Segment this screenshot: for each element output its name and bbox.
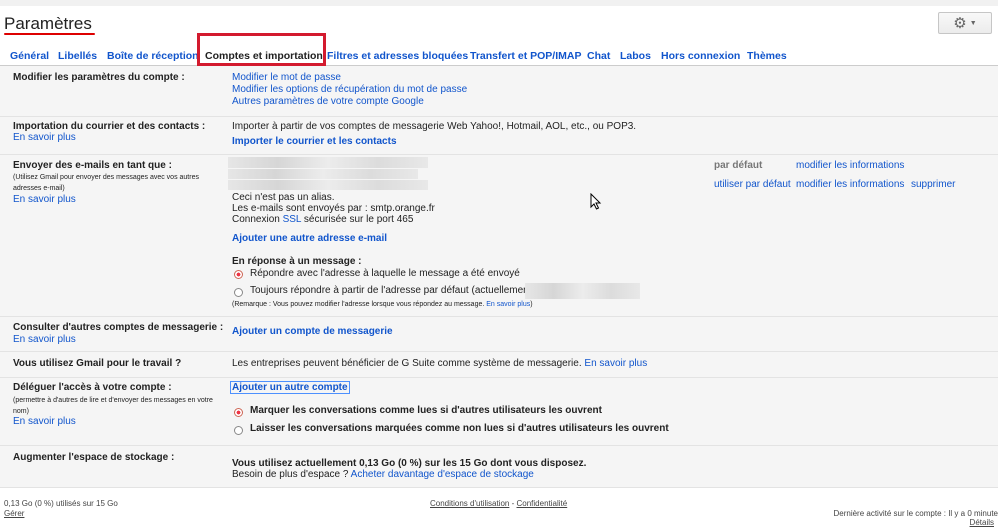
default-address-label: par défaut	[714, 160, 763, 171]
import-description: Importer à partir de vos comptes de mess…	[232, 121, 637, 132]
footer-legal: Conditions d'utilisation - Confidentiali…	[430, 499, 567, 508]
reply-remark-end: )	[530, 301, 533, 308]
reply-remark-text: (Remarque : Vous pouvez modifier l'adres…	[232, 301, 485, 308]
use-default-link[interactable]: utiliser par défaut	[714, 179, 791, 190]
send-as-learn-more-link[interactable]: En savoir plus	[13, 194, 76, 205]
reply-from-default-radio[interactable]	[234, 288, 243, 297]
active-tab-highlight-box	[197, 33, 326, 66]
tab-filters[interactable]: Filtres et adresses bloquées	[327, 50, 468, 62]
storage-more: Besoin de plus d'espace ? Acheter davant…	[232, 469, 534, 480]
add-email-address-link[interactable]: Ajouter une autre adresse e-mail	[232, 233, 387, 244]
change-password-link[interactable]: Modifier le mot de passe	[232, 72, 341, 83]
check-mail-learn-more-link[interactable]: En savoir plus	[13, 334, 76, 345]
send-as-note: (Utilisez Gmail pour envoyer des message…	[13, 174, 199, 192]
tab-chat[interactable]: Chat	[587, 50, 610, 62]
section-check-mail: Consulter d'autres comptes de messagerie…	[0, 317, 998, 352]
import-label: Importation du courrier et des contacts …	[13, 121, 206, 132]
tab-themes[interactable]: Thèmes	[747, 50, 787, 62]
section-send-as: Envoyer des e-mails en tant que : (Utili…	[0, 155, 998, 317]
check-mail-label: Consulter d'autres comptes de messagerie…	[13, 322, 224, 333]
connection-prefix: Connexion	[232, 214, 280, 225]
google-account-settings-link[interactable]: Autres paramètres de votre compte Google	[232, 96, 424, 107]
connection-suffix: sécurisée sur le port 465	[303, 214, 414, 225]
reply-option-2-label: Toujours répondre à partir de l'adresse …	[250, 285, 532, 296]
section-account-settings: Modifier les paramètres du compte : Modi…	[0, 66, 998, 117]
page-title: Paramètres	[4, 14, 92, 33]
reply-option-1-label: Répondre avec l'adresse à laquelle le me…	[250, 268, 520, 279]
edit-info-link-2[interactable]: modifier les informations	[796, 179, 904, 190]
delegate-label: Déléguer l'accès à votre compte :	[13, 382, 172, 393]
reply-remark-learn-more-link[interactable]: En savoir plus	[486, 301, 530, 308]
gsuite-description: Les entreprises peuvent bénéficier de G …	[232, 358, 582, 369]
gsuite-text: Les entreprises peuvent bénéficier de G …	[232, 358, 647, 369]
not-alias-text: Ceci n'est pas un alias.	[232, 192, 335, 203]
footer-storage-usage: 0,13 Go (0 %) utilisés sur 15 Go	[4, 499, 118, 508]
redacted-address-1	[228, 157, 428, 168]
storage-label: Augmenter l'espace de stockage :	[13, 452, 175, 463]
gmail-for-work-label: Vous utilisez Gmail pour le travail ?	[13, 358, 182, 369]
tab-general[interactable]: Général	[10, 50, 49, 62]
add-mail-account-link[interactable]: Ajouter un compte de messagerie	[232, 326, 393, 337]
delete-address-link[interactable]: supprimer	[911, 179, 955, 190]
privacy-link[interactable]: Confidentialité	[517, 499, 568, 508]
footer-separator: -	[511, 499, 515, 508]
reply-heading: En réponse à un message :	[232, 256, 362, 267]
redacted-default-address	[525, 283, 640, 299]
reply-from-same-address-radio[interactable]	[234, 270, 243, 279]
section-import: Importation du courrier et des contacts …	[0, 117, 998, 155]
buy-storage-link[interactable]: Acheter davantage d'espace de stockage	[351, 469, 534, 480]
edit-info-link-1[interactable]: modifier les informations	[796, 160, 904, 171]
smtp-server-text: Les e-mails sont envoyés par : smtp.oran…	[232, 203, 435, 214]
tab-labs[interactable]: Labos	[620, 50, 651, 62]
delegate-learn-more-link[interactable]: En savoir plus	[13, 416, 76, 427]
import-mail-contacts-link[interactable]: Importer le courrier et les contacts	[232, 136, 397, 147]
reply-remark: (Remarque : Vous pouvez modifier l'adres…	[232, 301, 533, 308]
add-another-account-link[interactable]: Ajouter un autre compte	[230, 381, 350, 394]
top-bar	[0, 0, 998, 6]
redacted-address-3	[228, 180, 428, 190]
terms-link[interactable]: Conditions d'utilisation	[430, 499, 509, 508]
caret-down-icon: ▼	[969, 19, 977, 27]
gear-icon: ⚙	[953, 14, 967, 32]
settings-tabs: Général Libellés Boîte de réception Comp…	[0, 41, 998, 66]
section-gmail-for-work: Vous utilisez Gmail pour le travail ? Le…	[0, 352, 998, 378]
section-storage: Augmenter l'espace de stockage : Vous ut…	[0, 446, 998, 488]
redacted-address-2	[228, 169, 418, 179]
settings-menu-button[interactable]: ⚙ ▼	[938, 12, 992, 34]
leave-unread-radio[interactable]	[234, 426, 243, 435]
mark-read-radio[interactable]	[234, 408, 243, 417]
account-settings-label: Modifier les paramètres du compte :	[13, 72, 185, 83]
footer-manage-link[interactable]: Gérer	[4, 509, 24, 518]
section-delegate-access: Déléguer l'accès à votre compte : (perme…	[0, 378, 998, 446]
mouse-cursor-icon	[590, 193, 602, 210]
storage-more-question: Besoin de plus d'espace ?	[232, 469, 349, 480]
ssl-link[interactable]: SSL	[283, 214, 302, 225]
leave-unread-label: Laisser les conversations marquées comme…	[250, 423, 669, 434]
tab-offline[interactable]: Hors connexion	[661, 50, 740, 62]
tab-forwarding-pop-imap[interactable]: Transfert et POP/IMAP	[470, 50, 581, 62]
send-as-label: Envoyer des e-mails en tant que :	[13, 160, 172, 171]
title-underline-annotation	[4, 33, 95, 35]
recovery-options-link[interactable]: Modifier les options de récupération du …	[232, 84, 467, 95]
import-learn-more-link[interactable]: En savoir plus	[13, 132, 76, 143]
last-activity-text: Dernière activité sur le compte : Il y a…	[833, 509, 998, 518]
tab-inbox[interactable]: Boîte de réception	[107, 50, 199, 62]
gsuite-learn-more-link[interactable]: En savoir plus	[584, 358, 647, 369]
mark-read-label: Marquer les conversations comme lues si …	[250, 405, 602, 416]
delegate-note: (permettre à d'autres de lire et d'envoy…	[13, 397, 213, 415]
storage-usage-text: Vous utilisez actuellement 0,13 Go (0 %)…	[232, 458, 587, 469]
tab-labels[interactable]: Libellés	[58, 50, 97, 62]
connection-info: Connexion SSL sécurisée sur le port 465	[232, 214, 413, 225]
